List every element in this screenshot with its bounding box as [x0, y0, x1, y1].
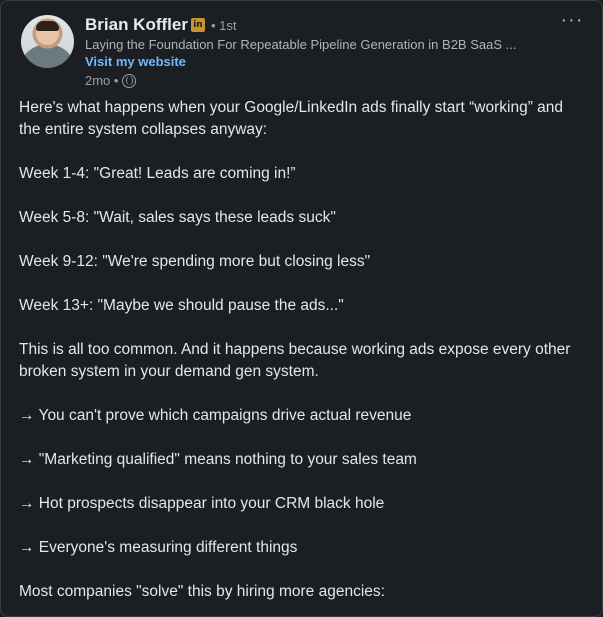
linkedin-premium-badge-icon: in	[190, 18, 205, 32]
author-name[interactable]: Brian Koffler	[85, 15, 188, 35]
post-paragraph: Week 1-4: "Great! Leads are coming in!”	[19, 165, 296, 182]
author-meta: Brian Koffler in • 1st Laying the Founda…	[85, 15, 546, 88]
post-paragraph: Week 13+: "Maybe we should pause the ads…	[19, 297, 344, 314]
feed-post: Brian Koffler in • 1st Laying the Founda…	[0, 0, 603, 617]
globe-icon	[122, 73, 137, 88]
post-paragraph: Week 9-12: "We're spending more but clos…	[19, 253, 371, 270]
avatar-hair	[36, 21, 59, 31]
avatar[interactable]	[21, 15, 74, 68]
post-time-row: 2mo •	[85, 73, 546, 88]
connection-degree: • 1st	[210, 17, 237, 33]
post-paragraph: → You can't prove which campaigns drive …	[19, 407, 412, 424]
post-body: Here's what happens when your Google/Lin…	[19, 97, 586, 616]
author-name-row: Brian Koffler in • 1st	[85, 15, 546, 35]
post-time: 2mo •	[85, 73, 119, 88]
post-paragraph: Most companies "solve" this by hiring mo…	[19, 583, 385, 600]
post-paragraph: → "Marketing qualified" means nothing to…	[19, 451, 417, 468]
post-paragraph: Week 5-8: "Wait, sales says these leads …	[19, 209, 336, 226]
post-paragraph: This is all too common. And it happens b…	[19, 341, 571, 380]
visit-website-link[interactable]: Visit my website	[85, 54, 186, 69]
post-paragraph: → Hot prospects disappear into your CRM …	[19, 495, 385, 512]
more-options-icon[interactable]: ···	[558, 10, 586, 33]
author-headline: Laying the Foundation For Repeatable Pip…	[85, 37, 517, 52]
post-header: Brian Koffler in • 1st Laying the Founda…	[21, 10, 586, 95]
post-paragraph: → Everyone's measuring different things	[19, 539, 298, 556]
post-paragraph: Here's what happens when your Google/Lin…	[19, 99, 564, 138]
